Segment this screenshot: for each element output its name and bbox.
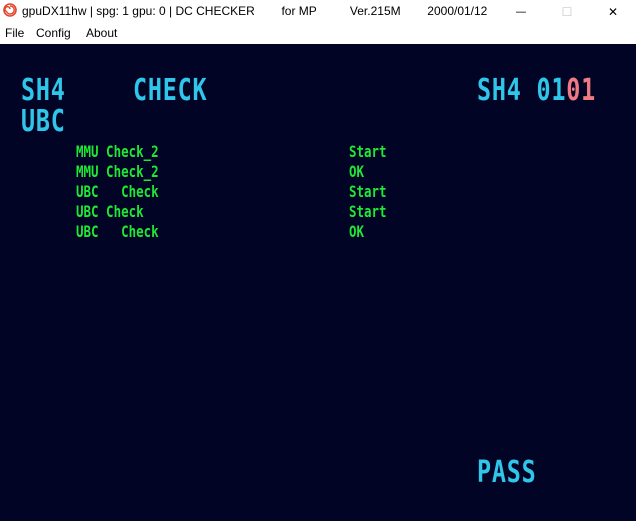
section-label: UBC: [21, 104, 66, 139]
title-bar: gpuDX11hw | spg: 1 gpu: 0 | DC CHECKER f…: [0, 0, 636, 23]
header-test-code: SH4 0101: [477, 76, 596, 106]
app-swirl-icon: [3, 3, 17, 17]
emulator-screen[interactable]: SH4 CHECK SH4 0101 UBC MMU Check_2 Start…: [0, 44, 636, 521]
menu-config[interactable]: Config: [36, 26, 71, 40]
log-status: OK: [349, 222, 365, 241]
log-status: Start: [349, 182, 387, 201]
menu-about[interactable]: About: [86, 26, 117, 40]
log-status: Start: [349, 202, 387, 221]
header-sh4-label: SH4: [21, 73, 66, 108]
log-test-name: UBC Check: [76, 202, 144, 221]
log-status: OK: [349, 162, 365, 181]
log-test-name: UBC Check: [76, 182, 159, 201]
header-code-prefix: SH4 01: [477, 73, 567, 108]
header-code-suffix: 01: [566, 73, 596, 108]
menu-bar: File Config About: [0, 23, 636, 44]
log-test-name: UBC Check: [76, 222, 159, 241]
minimize-icon: —: [515, 5, 527, 18]
close-button[interactable]: ✕: [590, 0, 636, 23]
close-icon: ✕: [607, 4, 619, 19]
log-status: Start: [349, 142, 387, 161]
result-pass: PASS: [477, 455, 537, 490]
maximize-button[interactable]: ☐: [544, 0, 590, 23]
log-test-name: MMU Check_2: [76, 142, 159, 161]
maximize-icon: ☐: [561, 4, 573, 19]
header-check-title: CHECK: [133, 73, 208, 108]
minimize-button[interactable]: —: [498, 0, 544, 23]
window-title: gpuDX11hw | spg: 1 gpu: 0 | DC CHECKER f…: [22, 4, 488, 18]
log-test-name: MMU Check_2: [76, 162, 159, 181]
menu-file[interactable]: File: [5, 26, 24, 40]
